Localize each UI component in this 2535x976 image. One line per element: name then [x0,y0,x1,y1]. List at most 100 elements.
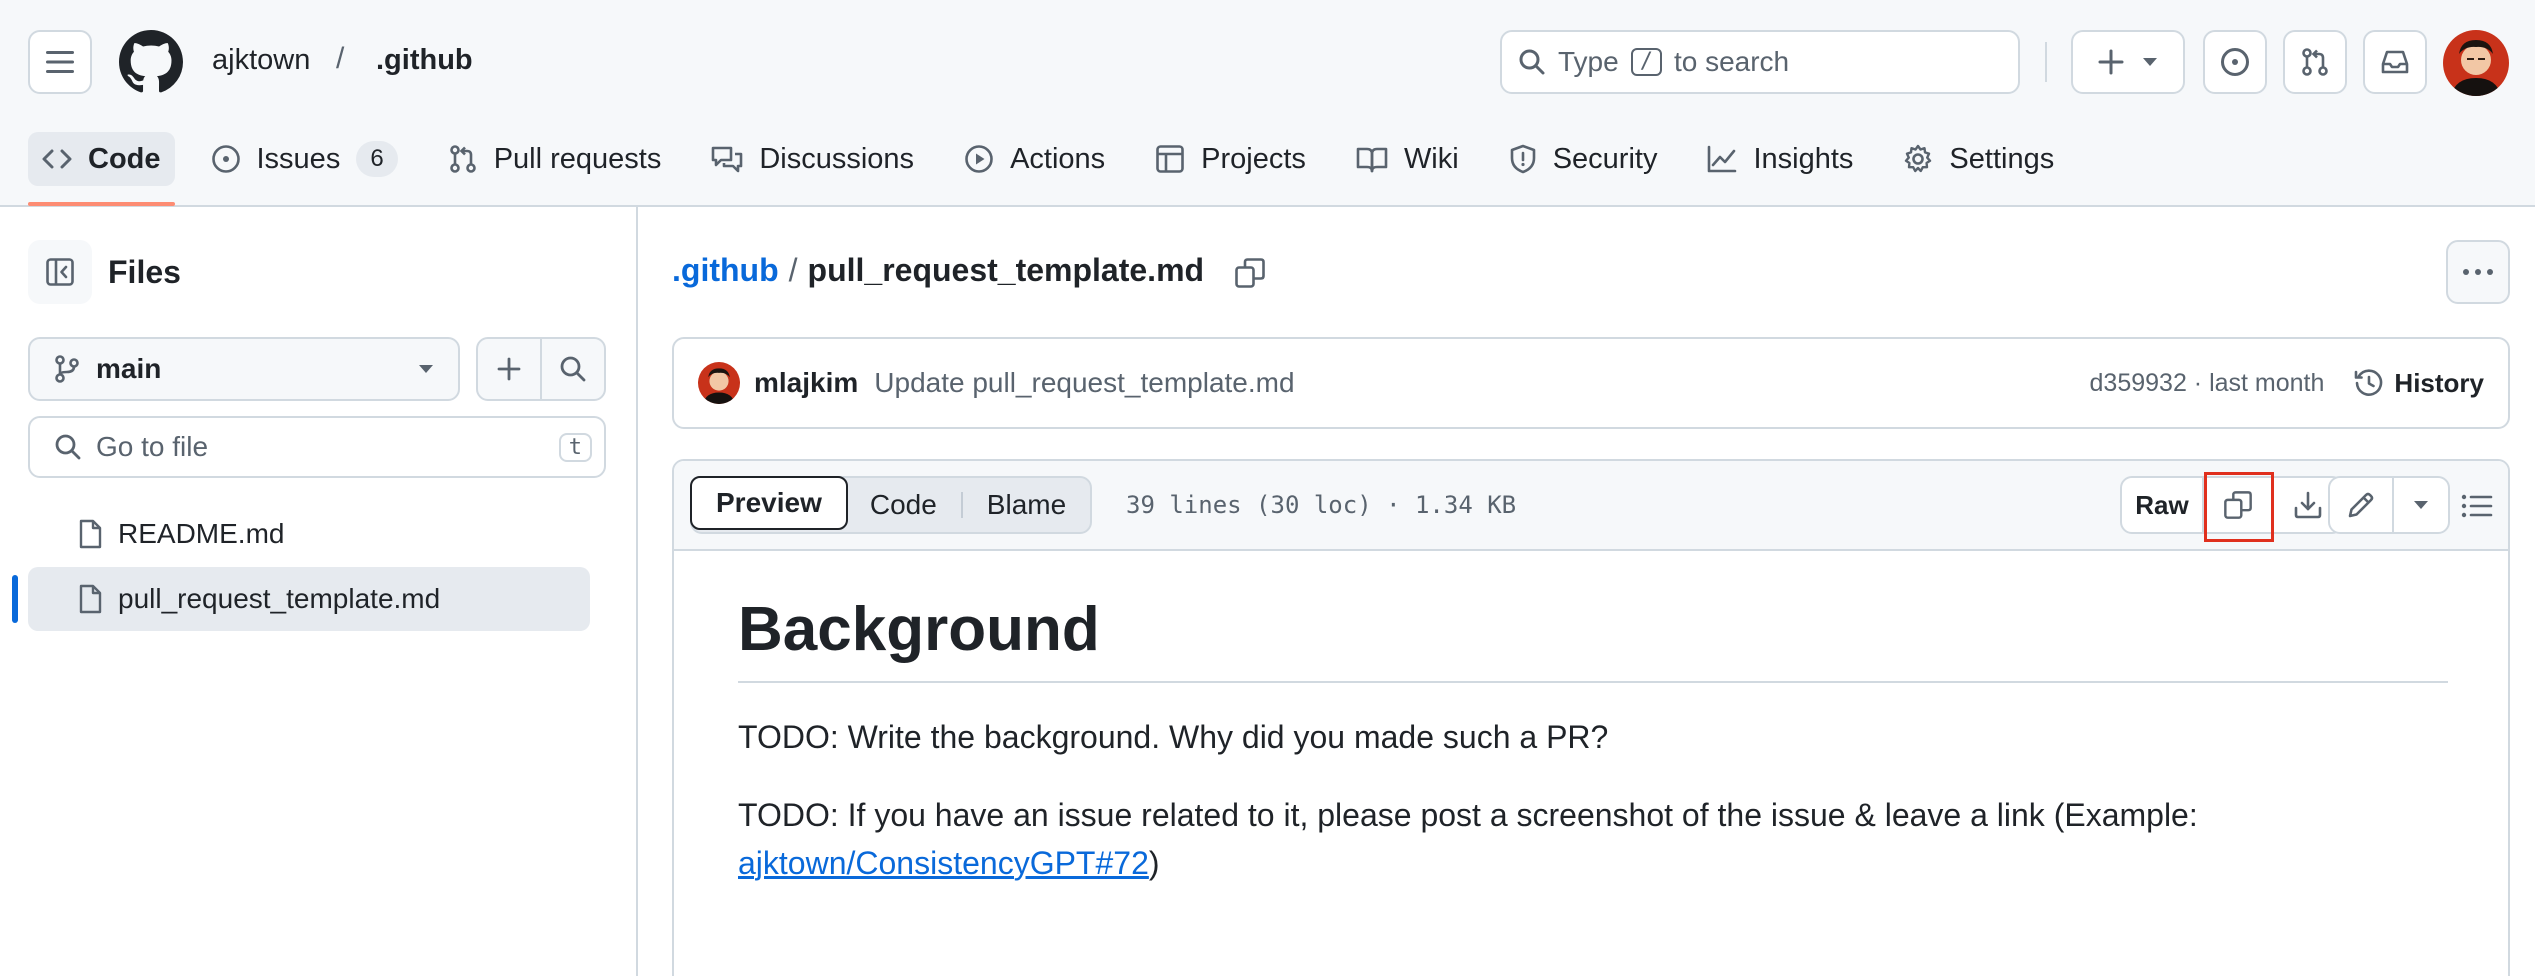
code-icon [42,148,72,170]
breadcrumb-repo-link[interactable]: .github [376,44,473,77]
triangle-down-icon [418,364,434,374]
commit-author-avatar[interactable] [698,362,740,404]
copy-icon [1234,257,1266,289]
github-logo-icon[interactable] [119,30,183,94]
more-edit-options-button[interactable] [2394,478,2448,532]
selected-file-indicator [12,575,18,623]
add-file-button[interactable] [478,339,540,399]
create-new-button[interactable] [2071,30,2185,94]
your-issues-button[interactable] [2203,30,2267,94]
go-to-file-placeholder: Go to file [96,431,209,462]
tab-settings[interactable]: Settings [1889,132,2068,186]
tab-insights-label: Insights [1753,142,1854,175]
issues-counter-badge: 6 [356,141,398,177]
tab-code-label: Code [88,142,161,175]
paragraph-text: TODO: If you have an issue related to it… [738,796,2198,833]
file-stats: 39 lines (30 loc) · 1.34 KB [1126,491,1517,519]
tab-security[interactable]: Security [1495,132,1672,186]
raw-button[interactable]: Raw [2122,478,2202,532]
header-divider [2045,42,2047,82]
issue-opened-icon [211,144,241,174]
paragraph-tail: ) [1148,844,1160,881]
latest-commit-bar: mlajkim Update pull_request_template.md … [672,337,2510,429]
repo-navigation: Code Issues 6 Pull requests Discussions [28,132,2090,207]
menu-button[interactable] [28,30,92,94]
tab-preview[interactable]: Preview [690,476,848,530]
book-icon [1356,145,1388,173]
outline-button[interactable] [2450,479,2504,533]
tab-code[interactable]: Code [28,132,175,206]
play-icon [964,144,994,174]
gear-icon [1903,144,1933,174]
history-button[interactable]: History [2354,368,2484,399]
tab-actions-label: Actions [1010,142,1106,175]
search-suffix-text: to search [1673,46,1790,77]
search-icon [54,433,82,461]
inbox-icon [2380,48,2410,76]
tab-pull-requests-label: Pull requests [493,142,662,175]
download-icon [2293,490,2323,520]
file-tree-sidebar: Files main Go to file t README.md pull_r… [0,207,638,976]
issue-opened-icon [2220,47,2250,77]
file-path-breadcrumb: .github / pull_request_template.md [672,252,1204,289]
tab-insights[interactable]: Insights [1693,132,1867,186]
branch-selector[interactable]: main [28,337,460,401]
file-view: .github / pull_request_template.md mlajk… [640,207,2535,976]
path-repo-link[interactable]: .github [672,252,779,289]
git-branch-icon [54,354,80,384]
go-to-file-shortcut-key: t [558,432,592,462]
edit-file-button[interactable] [2330,478,2392,532]
highlight-box [2204,472,2274,542]
file-name: README.md [118,518,285,549]
search-prefix-text: Type [1558,46,1619,77]
plus-icon [497,357,521,381]
file-actions-group [476,337,606,401]
table-icon [1155,144,1185,174]
tab-projects[interactable]: Projects [1141,132,1320,186]
path-file-name: pull_request_template.md [807,252,1205,288]
tab-code-view[interactable]: Code [846,478,961,532]
markdown-paragraph: TODO: Write the background. Why did you … [738,718,1609,755]
plus-icon [2098,49,2124,75]
file-tree-item-selected[interactable]: pull_request_template.md [28,567,590,631]
commit-message-link[interactable]: Update pull_request_template.md [874,367,1294,399]
issue-link[interactable]: ajktown/ConsistencyGPT#72 [738,845,1149,881]
hamburger-icon [46,50,74,74]
search-icon [559,355,587,383]
tab-issues-label: Issues [256,142,341,175]
pencil-icon [2346,490,2376,520]
commit-author-link[interactable]: mlajkim [754,367,858,399]
search-files-button[interactable] [542,339,604,399]
inbox-button[interactable] [2363,30,2427,94]
breadcrumb-separator: / [336,42,345,75]
go-to-file-input[interactable]: Go to file t [28,416,606,478]
user-avatar[interactable] [2443,30,2509,96]
sidebar-collapse-icon [45,257,75,287]
tab-actions[interactable]: Actions [950,132,1119,186]
git-pull-request-icon [448,144,478,174]
copy-raw-file-button[interactable] [2204,472,2274,542]
search-icon [1518,48,1546,76]
breadcrumb-owner-link[interactable]: ajktown [212,44,310,77]
tab-wiki[interactable]: Wiki [1342,132,1473,186]
tab-discussions-label: Discussions [759,142,915,175]
comment-discussion-icon [711,145,743,173]
your-pull-requests-button[interactable] [2283,30,2347,94]
collapse-sidebar-button[interactable] [28,240,92,304]
tab-settings-label: Settings [1949,142,2055,175]
copy-path-button[interactable] [1228,251,1272,295]
search-input[interactable]: Type / to search [1500,30,2020,94]
file-tree-item[interactable]: README.md [28,502,590,566]
markdown-paragraph: TODO: If you have an issue related to it… [738,791,2448,887]
tab-projects-label: Projects [1201,142,1306,175]
more-options-button[interactable] [2446,240,2510,304]
commit-hash-and-time[interactable]: d359932 · last month [2090,369,2325,398]
tab-blame[interactable]: Blame [963,478,1090,532]
shield-icon [1509,144,1537,174]
tab-issues[interactable]: Issues 6 [197,132,412,186]
history-icon [2354,368,2384,398]
branch-name: main [96,353,162,384]
tab-pull-requests[interactable]: Pull requests [434,132,676,186]
tab-discussions[interactable]: Discussions [697,132,928,186]
markdown-preview: Background TODO: Write the background. W… [738,591,2448,887]
